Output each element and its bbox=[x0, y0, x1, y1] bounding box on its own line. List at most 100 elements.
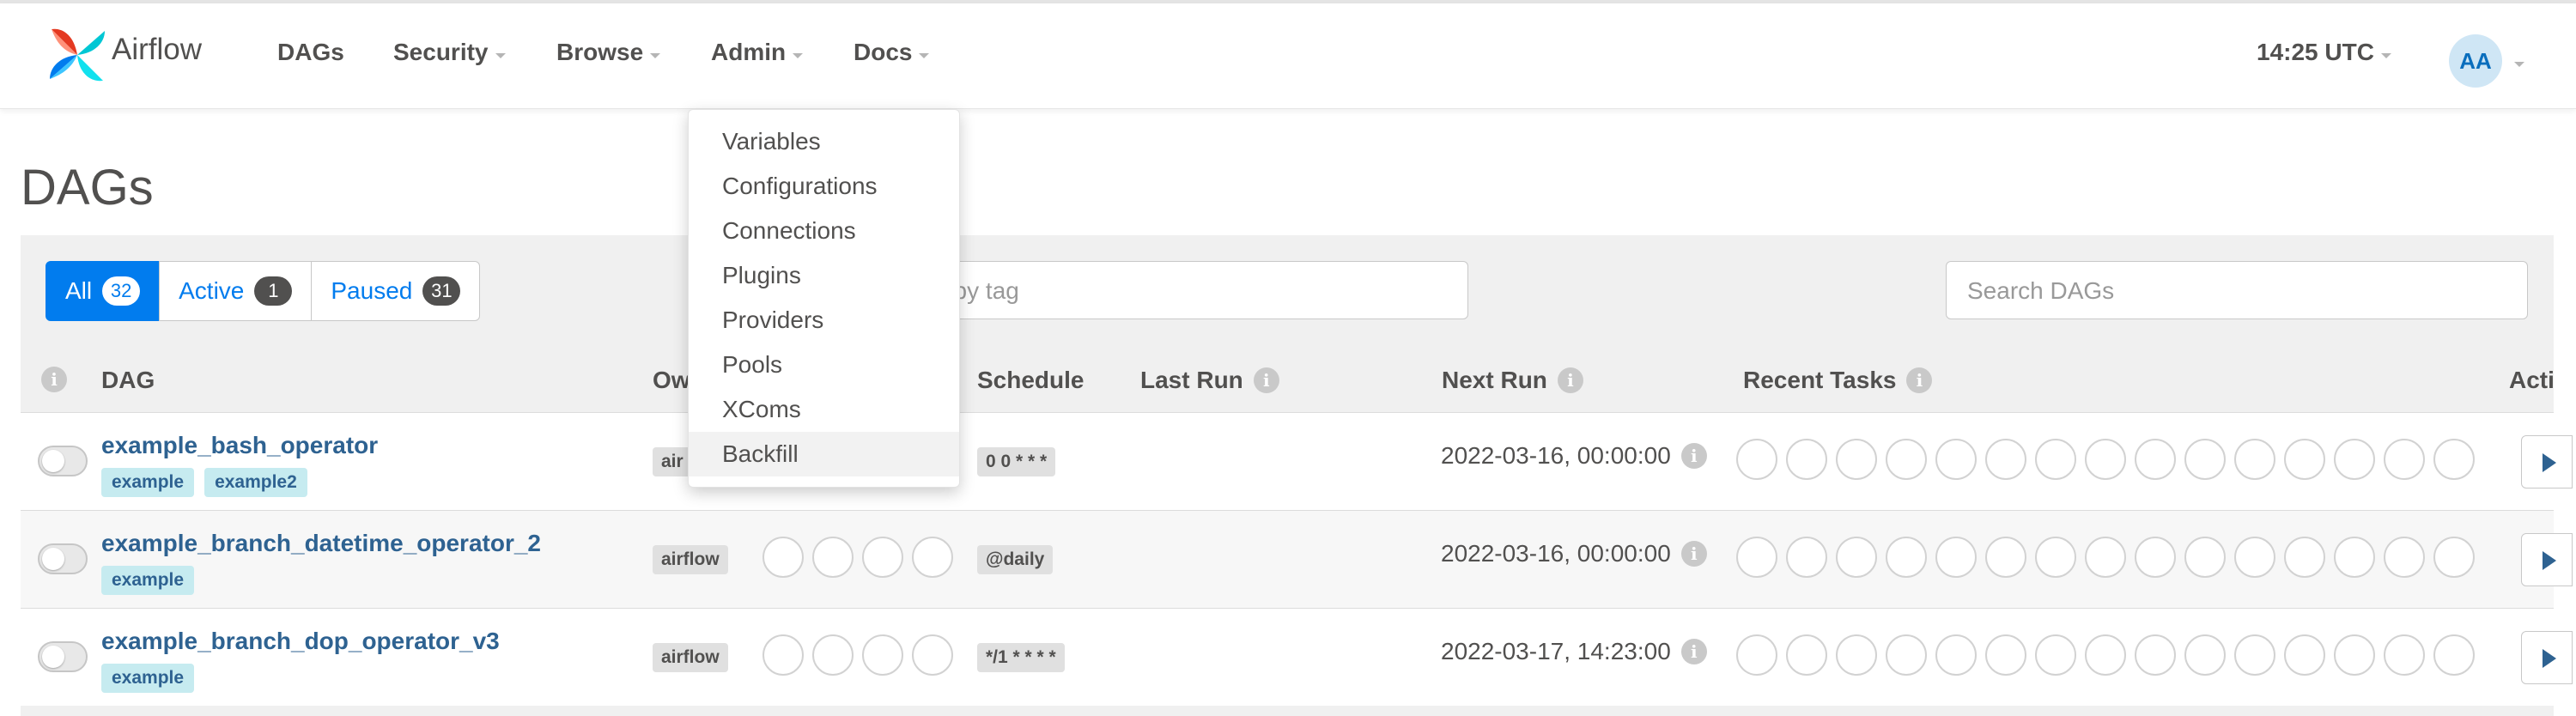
task-state-circle[interactable] bbox=[2184, 634, 2226, 676]
task-state-circle[interactable] bbox=[1985, 634, 2026, 676]
filter-active-button[interactable]: Active 1 bbox=[159, 261, 313, 321]
column-header-schedule[interactable]: Schedule bbox=[977, 367, 1084, 394]
run-state-circle[interactable] bbox=[762, 634, 804, 676]
task-state-circle[interactable] bbox=[2234, 634, 2275, 676]
task-state-circle[interactable] bbox=[2035, 634, 2076, 676]
task-state-circle[interactable] bbox=[2035, 439, 2076, 480]
task-state-circle[interactable] bbox=[1935, 537, 1977, 578]
menu-item-backfill[interactable]: Backfill bbox=[689, 432, 959, 476]
task-state-circle[interactable] bbox=[2184, 537, 2226, 578]
nav-security[interactable]: Security bbox=[393, 39, 506, 66]
menu-item-variables[interactable]: Variables bbox=[689, 119, 959, 164]
dag-pause-toggle[interactable] bbox=[38, 543, 88, 574]
nav-browse[interactable]: Browse bbox=[556, 39, 661, 66]
task-state-circle[interactable] bbox=[2085, 439, 2126, 480]
task-state-circle[interactable] bbox=[1886, 634, 1927, 676]
task-state-circle[interactable] bbox=[2334, 439, 2375, 480]
clock[interactable]: 14:25 UTC bbox=[2257, 39, 2391, 66]
task-state-circle[interactable] bbox=[2135, 634, 2176, 676]
task-state-circle[interactable] bbox=[2284, 439, 2325, 480]
info-icon[interactable]: i bbox=[1680, 541, 1707, 567]
run-state-circle[interactable] bbox=[812, 634, 854, 676]
task-state-circle[interactable] bbox=[2234, 439, 2275, 480]
task-state-circle[interactable] bbox=[2384, 537, 2425, 578]
task-state-circle[interactable] bbox=[1736, 537, 1777, 578]
dag-tag[interactable]: example2 bbox=[204, 468, 307, 497]
menu-item-xcoms[interactable]: XComs bbox=[689, 387, 959, 432]
filter-all-button[interactable]: All 32 bbox=[46, 261, 161, 321]
column-header-dag[interactable]: DAG bbox=[101, 367, 155, 394]
task-state-circle[interactable] bbox=[2035, 537, 2076, 578]
menu-item-plugins[interactable]: Plugins bbox=[689, 253, 959, 298]
task-state-circle[interactable] bbox=[1786, 537, 1827, 578]
task-state-circle[interactable] bbox=[1836, 439, 1877, 480]
task-state-circle[interactable] bbox=[1935, 634, 1977, 676]
trigger-dag-button[interactable] bbox=[2521, 533, 2573, 586]
search-dags-input[interactable]: Search DAGs bbox=[1946, 261, 2528, 319]
task-state-circle[interactable] bbox=[1886, 537, 1927, 578]
task-state-circle[interactable] bbox=[2384, 634, 2425, 676]
task-state-circle[interactable] bbox=[1985, 537, 2026, 578]
chevron-down-icon bbox=[919, 53, 930, 58]
column-header-next-run[interactable]: Next Run i bbox=[1442, 367, 1583, 394]
task-state-circle[interactable] bbox=[1886, 439, 1927, 480]
info-icon[interactable]: i bbox=[1680, 639, 1707, 664]
task-state-circle[interactable] bbox=[2135, 439, 2176, 480]
task-state-circle[interactable] bbox=[1736, 634, 1777, 676]
menu-item-providers[interactable]: Providers bbox=[689, 298, 959, 343]
menu-item-pools[interactable]: Pools bbox=[689, 343, 959, 387]
menu-item-connections[interactable]: Connections bbox=[689, 209, 959, 253]
task-state-circle[interactable] bbox=[2433, 439, 2475, 480]
task-state-circle[interactable] bbox=[2433, 537, 2475, 578]
dag-tag[interactable]: example bbox=[101, 664, 195, 693]
menu-item-configurations[interactable]: Configurations bbox=[689, 164, 959, 209]
trigger-dag-button[interactable] bbox=[2521, 631, 2573, 684]
dag-tag[interactable]: example bbox=[101, 468, 195, 497]
run-state-circle[interactable] bbox=[912, 537, 953, 578]
info-icon[interactable]: i bbox=[1680, 443, 1707, 469]
owner-badge[interactable]: air bbox=[653, 447, 692, 476]
dag-tag[interactable]: example bbox=[101, 566, 195, 595]
dag-pause-toggle[interactable] bbox=[38, 641, 88, 672]
nav-dags[interactable]: DAGs bbox=[277, 39, 344, 66]
task-state-circle[interactable] bbox=[1836, 537, 1877, 578]
task-state-circle[interactable] bbox=[2085, 537, 2126, 578]
task-state-circle[interactable] bbox=[2284, 634, 2325, 676]
task-state-circle[interactable] bbox=[2184, 439, 2226, 480]
task-state-circle[interactable] bbox=[1786, 634, 1827, 676]
task-state-circle[interactable] bbox=[2334, 634, 2375, 676]
dag-link[interactable]: example_branch_datetime_operator_2 bbox=[101, 530, 541, 557]
dag-link[interactable]: example_bash_operator bbox=[101, 432, 378, 459]
nav-docs[interactable]: Docs bbox=[854, 39, 930, 66]
task-state-circle[interactable] bbox=[2284, 537, 2325, 578]
column-header-next-run-label: Next Run bbox=[1442, 367, 1547, 393]
column-header-last-run[interactable]: Last Run i bbox=[1140, 367, 1279, 394]
task-state-circle[interactable] bbox=[1985, 439, 2026, 480]
task-state-circle[interactable] bbox=[1786, 439, 1827, 480]
dag-link[interactable]: example_branch_dop_operator_v3 bbox=[101, 628, 500, 655]
column-header-owner[interactable]: Ow bbox=[653, 367, 690, 394]
run-state-circle[interactable] bbox=[762, 537, 804, 578]
run-state-circle[interactable] bbox=[812, 537, 854, 578]
task-state-circle[interactable] bbox=[2085, 634, 2126, 676]
task-state-circle[interactable] bbox=[1836, 634, 1877, 676]
owner-badge[interactable]: airflow bbox=[653, 545, 728, 574]
task-state-circle[interactable] bbox=[2433, 634, 2475, 676]
task-state-circle[interactable] bbox=[2234, 537, 2275, 578]
run-state-circle[interactable] bbox=[862, 537, 903, 578]
run-state-circle[interactable] bbox=[862, 634, 903, 676]
task-state-circle[interactable] bbox=[2135, 537, 2176, 578]
trigger-dag-button[interactable] bbox=[2521, 435, 2573, 488]
dag-pause-toggle[interactable] bbox=[38, 446, 88, 476]
filter-paused-button[interactable]: Paused 31 bbox=[311, 261, 481, 321]
brand[interactable]: Airflow bbox=[45, 21, 202, 89]
task-state-circle[interactable] bbox=[2334, 537, 2375, 578]
owner-badge[interactable]: airflow bbox=[653, 643, 728, 672]
task-state-circle[interactable] bbox=[2384, 439, 2425, 480]
nav-admin[interactable]: Admin bbox=[711, 39, 804, 66]
task-state-circle[interactable] bbox=[1736, 439, 1777, 480]
task-state-circle[interactable] bbox=[1935, 439, 1977, 480]
user-menu[interactable]: AA bbox=[2449, 34, 2524, 88]
next-run-value: 2022-03-16, 00:00:00 i bbox=[1441, 540, 1707, 567]
run-state-circle[interactable] bbox=[912, 634, 953, 676]
